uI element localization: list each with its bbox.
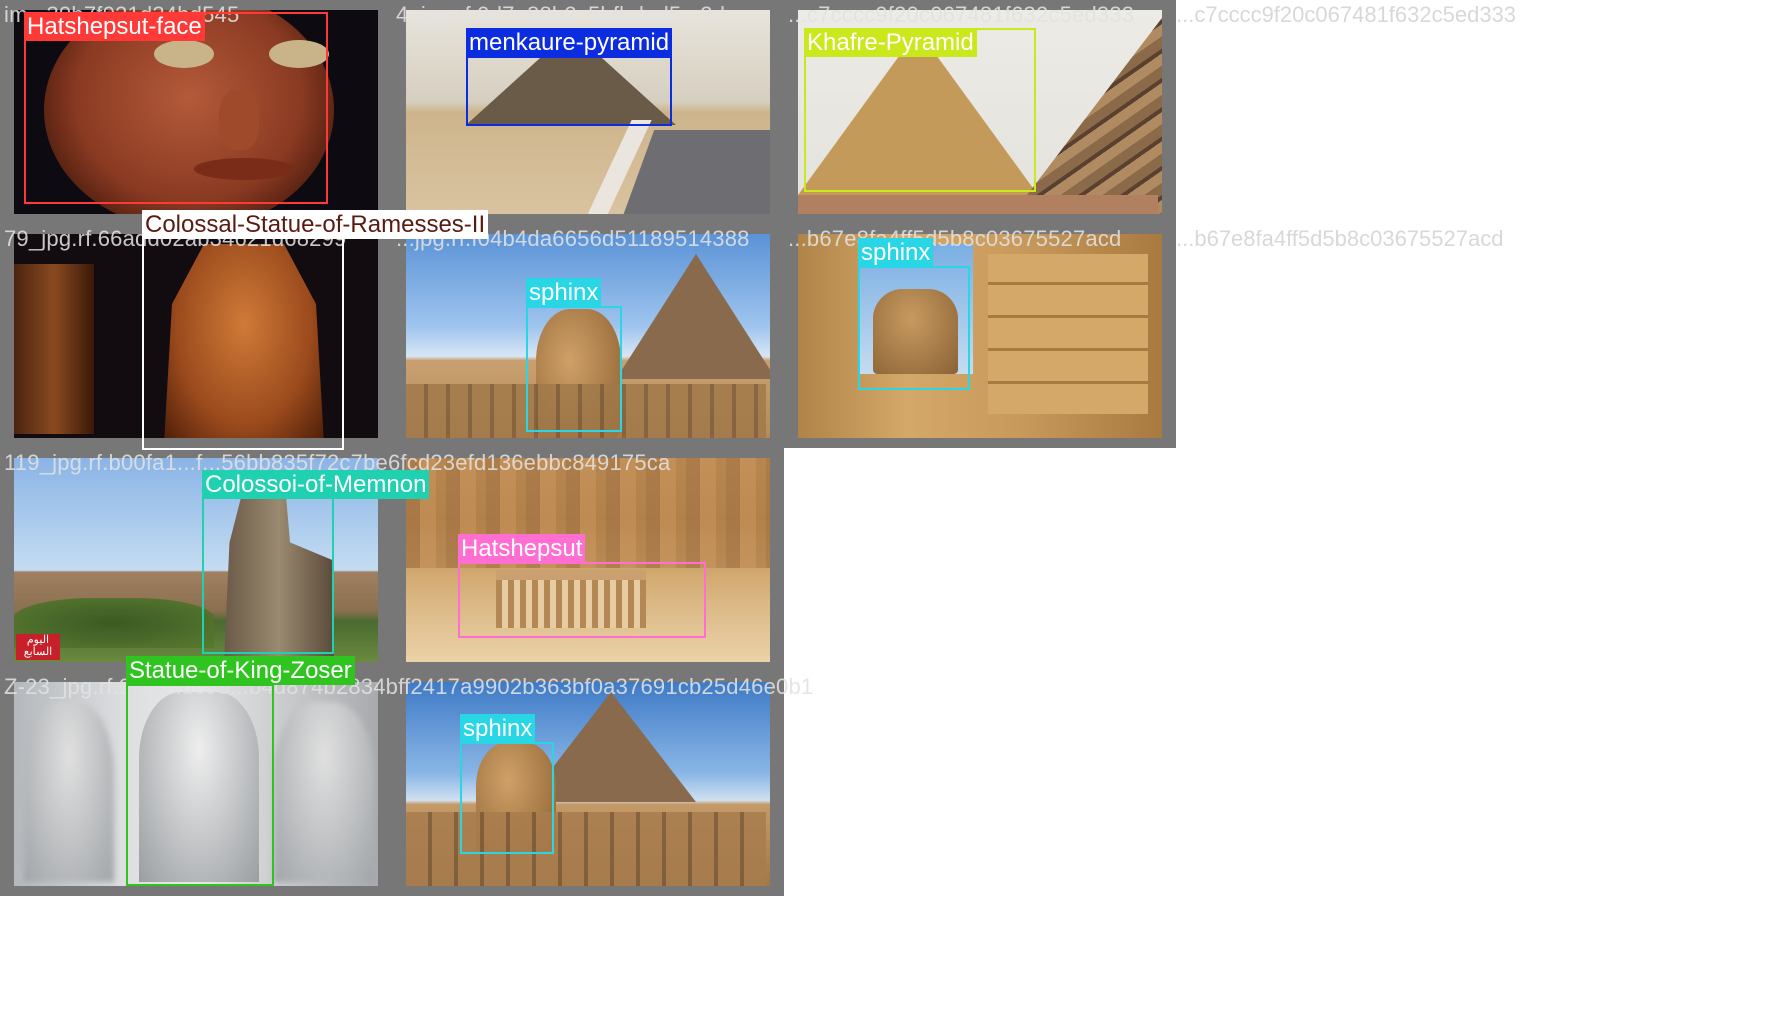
bbox-label: Statue-of-King-Zoser	[126, 656, 355, 685]
bbox-sphinx[interactable]: sphinx	[460, 714, 554, 854]
bbox-sphinx[interactable]: sphinx	[858, 238, 970, 390]
bbox-statue-of-king-zoser[interactable]: Statue-of-King-Zoser	[126, 656, 355, 886]
bbox-label: sphinx	[858, 238, 934, 267]
bbox-khafre-pyramid[interactable]: Khafre-Pyramid	[804, 28, 1036, 192]
image-tile-2[interactable]: 4_jpg.rf.9d7e88b2c5bfbded5...2d menkaure…	[392, 0, 784, 224]
filename: ...c7cccc9f20c067481f632c5ed333	[788, 2, 1135, 27]
bbox-label: Colossoi-of-Memnon	[202, 470, 430, 499]
bbox-label: Colossal-Statue-of-Ramesses-II	[142, 210, 489, 239]
bbox-hatshepsut-face[interactable]: Hatshepsut-face	[24, 12, 328, 204]
bbox-label: Khafre-Pyramid	[804, 28, 977, 57]
bbox-sphinx[interactable]: sphinx	[526, 278, 622, 432]
image-tile-3[interactable]: ...c7cccc9f20c067481f632c5ed333 Khafre-P…	[784, 0, 1176, 224]
image-tile-5[interactable]: ...jpg.rf.f04b4da6656d51189514388 sphinx	[392, 224, 784, 448]
bbox-label: sphinx	[460, 714, 536, 743]
bbox-menkaure-pyramid[interactable]: menkaure-pyramid	[466, 28, 673, 126]
bbox-colossoi-of-memnon[interactable]: Colossoi-of-Memnon	[202, 470, 430, 654]
photo-sphinx-rocks	[798, 234, 1162, 438]
watermark-logo: اليوم السابع	[16, 634, 60, 660]
filename: 4_jpg.rf.9d7e88b2c5bfbded5...2d	[396, 2, 726, 27]
bbox-colossal-statue[interactable]: Colossal-Statue-of-Ramesses-II	[142, 210, 489, 450]
bbox-label: menkaure-pyramid	[466, 28, 673, 57]
filename: ...b67e8fa4ff5d5b8c03675527acd	[788, 226, 1122, 251]
image-tile-4[interactable]: 79_jpg.rf.66add02ab34621d68299 Colossal-…	[0, 210, 489, 450]
bbox-hatshepsut[interactable]: Hatshepsut	[458, 534, 706, 638]
image-tile-8[interactable]: Hatshepsut	[392, 448, 784, 672]
image-tile-6[interactable]: ...b67e8fa4ff5d5b8c03675527acd sphinx	[784, 224, 1176, 448]
image-tile-10[interactable]: sphinx	[392, 672, 784, 896]
image-tile-9[interactable]: Z-23_jpg.rf.2fe0...dc95...b4d874b2834bff…	[0, 656, 813, 896]
overflow-filename-row1: ...c7cccc9f20c067481f632c5ed333	[1176, 2, 1517, 27]
bbox-label: sphinx	[526, 278, 602, 307]
image-tile-7[interactable]: اليوم السابع 119_jpg.rf.b00fa1...f...56b…	[0, 448, 670, 672]
bbox-label: Hatshepsut	[458, 534, 586, 563]
image-tile-1[interactable]: im...39b7f021d34bd545 Hatshepsut-face	[0, 0, 392, 224]
overflow-filename-row2: ...b67e8fa4ff5d5b8c03675527acd	[1176, 226, 1504, 251]
bbox-label: Hatshepsut-face	[24, 12, 205, 41]
